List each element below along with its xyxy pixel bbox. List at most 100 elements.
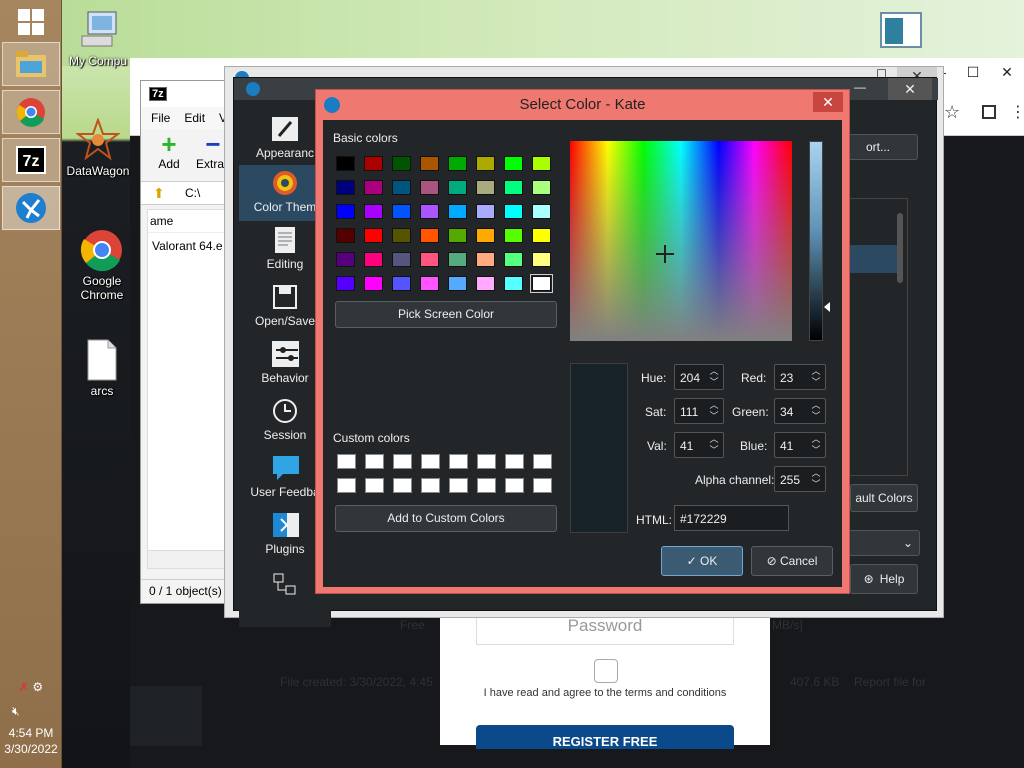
alpha-spinbox[interactable]: 255 ︿ ﹀: [774, 466, 826, 492]
color-spectrum[interactable]: [570, 141, 792, 341]
spin-down-icon[interactable]: ﹀: [707, 445, 721, 456]
custom-color-swatch[interactable]: [365, 454, 384, 469]
sat-spinbox[interactable]: 111 ︿ ﹀: [674, 398, 724, 424]
device-icon[interactable]: ⚙: [32, 680, 43, 694]
custom-color-swatch[interactable]: [449, 478, 468, 493]
basic-color-swatch[interactable]: [336, 180, 355, 195]
value-slider-arrow-icon[interactable]: [824, 302, 830, 312]
basic-color-swatch[interactable]: [364, 156, 383, 171]
basic-color-swatch[interactable]: [476, 204, 495, 219]
basic-color-swatch[interactable]: [504, 228, 523, 243]
custom-color-swatch[interactable]: [337, 454, 356, 469]
basic-color-swatch[interactable]: [392, 276, 411, 291]
network-icon[interactable]: ✗: [19, 680, 29, 694]
spin-up-icon[interactable]: ︿: [707, 366, 721, 377]
basic-color-swatch[interactable]: [532, 228, 551, 243]
menu-icon[interactable]: ⋮: [1010, 102, 1024, 122]
custom-color-swatch[interactable]: [533, 454, 552, 469]
val-spinbox[interactable]: 41 ︿ ﹀: [674, 432, 724, 458]
custom-color-swatch[interactable]: [393, 478, 412, 493]
desktop-widget-icon[interactable]: [880, 12, 922, 48]
basic-color-swatch[interactable]: [504, 156, 523, 171]
tab-search-icon[interactable]: [982, 105, 996, 119]
bookmark-star-icon[interactable]: ☆: [944, 102, 960, 123]
spin-down-icon[interactable]: ﹀: [707, 411, 721, 422]
desktop-icon-arcs[interactable]: arcs: [67, 338, 137, 398]
basic-color-swatch[interactable]: [476, 252, 495, 267]
basic-color-swatch[interactable]: [532, 252, 551, 267]
basic-color-swatch[interactable]: [504, 204, 523, 219]
spin-up-icon[interactable]: ︿: [809, 400, 823, 411]
basic-color-swatch[interactable]: [392, 228, 411, 243]
basic-color-swatch[interactable]: [364, 228, 383, 243]
up-folder-icon[interactable]: ⬆: [153, 185, 165, 202]
desktop-icon-my-computer[interactable]: My Compu: [63, 8, 133, 68]
default-colors-button[interactable]: ault Colors: [850, 484, 918, 512]
custom-color-swatch[interactable]: [365, 478, 384, 493]
html-color-field[interactable]: #172229: [674, 505, 789, 531]
custom-color-swatch[interactable]: [421, 454, 440, 469]
custom-color-swatch[interactable]: [477, 478, 496, 493]
close-icon[interactable]: ✕: [990, 58, 1024, 86]
basic-color-swatch[interactable]: [504, 180, 523, 195]
custom-color-swatch[interactable]: [505, 454, 524, 469]
basic-color-swatch[interactable]: [336, 276, 355, 291]
custom-color-swatch[interactable]: [337, 478, 356, 493]
pick-screen-color-button[interactable]: Pick Screen Color: [335, 301, 557, 328]
basic-color-swatch[interactable]: [364, 252, 383, 267]
basic-color-swatch[interactable]: [476, 156, 495, 171]
import-button[interactable]: ort...: [838, 134, 918, 160]
help-button[interactable]: ⊛ Help: [850, 564, 918, 594]
basic-color-swatch[interactable]: [392, 204, 411, 219]
desktop-icon-google-chrome[interactable]: Google Chrome: [67, 228, 137, 302]
green-spinbox[interactable]: 34 ︿ ﹀: [774, 398, 826, 424]
spin-up-icon[interactable]: ︿: [809, 434, 823, 445]
basic-color-swatch[interactable]: [448, 156, 467, 171]
blue-spinbox[interactable]: 41 ︿ ﹀: [774, 432, 826, 458]
basic-color-swatch[interactable]: [392, 156, 411, 171]
basic-color-swatch[interactable]: [364, 204, 383, 219]
basic-color-swatch[interactable]: [530, 274, 553, 293]
spin-up-icon[interactable]: ︿: [809, 468, 823, 479]
basic-color-swatch[interactable]: [420, 180, 439, 195]
maximize-icon[interactable]: ☐: [956, 58, 990, 86]
basic-color-swatch[interactable]: [420, 252, 439, 267]
spin-down-icon[interactable]: ﹀: [809, 377, 823, 388]
hue-spinbox[interactable]: 204 ︿ ﹀: [674, 364, 724, 390]
basic-color-swatch[interactable]: [364, 180, 383, 195]
basic-color-swatch[interactable]: [336, 252, 355, 267]
custom-color-swatch[interactable]: [505, 478, 524, 493]
desktop-icon-datawagon[interactable]: DataWagon: [63, 117, 133, 178]
spin-down-icon[interactable]: ﹀: [809, 445, 823, 456]
spin-up-icon[interactable]: ︿: [707, 434, 721, 445]
spin-down-icon[interactable]: ﹀: [809, 411, 823, 422]
basic-color-swatch[interactable]: [448, 228, 467, 243]
kate-inner-minimize-icon[interactable]: —: [854, 80, 866, 94]
spin-up-icon[interactable]: ︿: [707, 400, 721, 411]
ok-button[interactable]: ✓ OK: [661, 546, 743, 576]
dropdown[interactable]: ⌄: [838, 530, 920, 556]
custom-color-swatch[interactable]: [533, 478, 552, 493]
red-spinbox[interactable]: 23 ︿ ﹀: [774, 364, 826, 390]
report-link[interactable]: Report file for: [854, 675, 926, 689]
kate-inner-close-icon[interactable]: ✕: [888, 78, 932, 100]
spin-down-icon[interactable]: ﹀: [707, 377, 721, 388]
basic-color-swatch[interactable]: [476, 276, 495, 291]
basic-color-swatch[interactable]: [532, 204, 551, 219]
basic-color-swatch[interactable]: [364, 276, 383, 291]
basic-color-swatch[interactable]: [336, 204, 355, 219]
register-button[interactable]: REGISTER FREE: [476, 725, 734, 749]
add-button[interactable]: + Add: [151, 131, 187, 171]
basic-color-swatch[interactable]: [476, 180, 495, 195]
custom-color-swatch[interactable]: [393, 454, 412, 469]
basic-color-swatch[interactable]: [448, 204, 467, 219]
taskbar-7zip[interactable]: 7z: [2, 138, 60, 182]
basic-color-swatch[interactable]: [420, 228, 439, 243]
clock-time[interactable]: 4:54 PM: [0, 726, 62, 740]
value-slider[interactable]: [809, 141, 830, 341]
start-button[interactable]: [2, 0, 60, 44]
basic-color-swatch[interactable]: [532, 156, 551, 171]
basic-color-swatch[interactable]: [448, 252, 467, 267]
basic-color-swatch[interactable]: [420, 204, 439, 219]
close-icon[interactable]: ✕: [813, 92, 843, 112]
